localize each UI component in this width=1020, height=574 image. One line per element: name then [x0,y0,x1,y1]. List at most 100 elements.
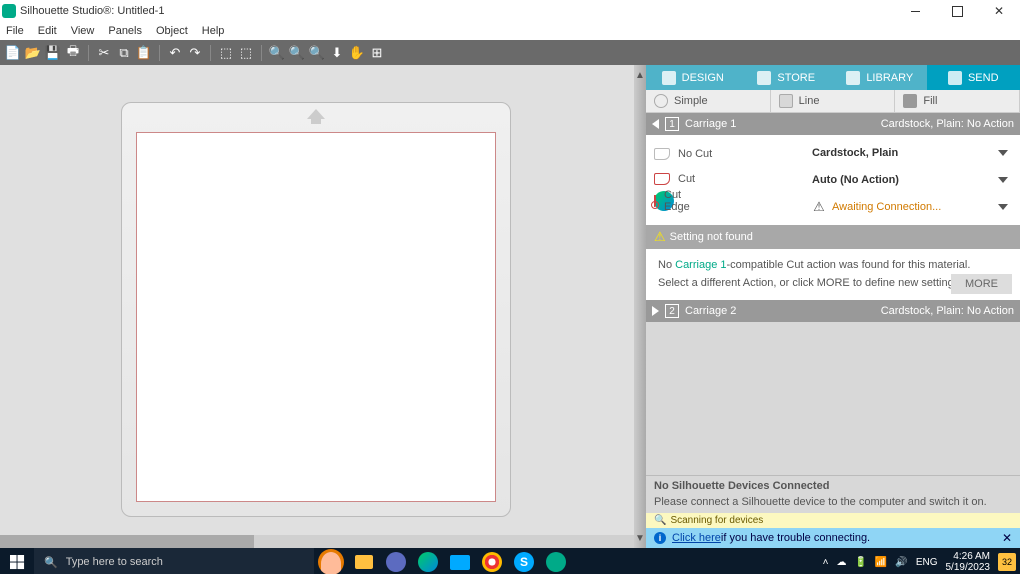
minimize-button[interactable] [894,0,936,22]
chrome-icon[interactable] [478,548,506,574]
tab-library[interactable]: LIBRARY [833,65,927,90]
more-button[interactable]: MORE [951,274,1012,294]
chevron-down-icon [998,150,1008,156]
gutter-down-icon[interactable]: ▼ [634,528,646,548]
cortana-mascot-icon[interactable] [318,549,344,574]
library-icon [846,71,860,85]
tab-send[interactable]: SEND [927,65,1020,90]
window-title: Silhouette Studio®: Untitled-1 [20,5,164,17]
battery-icon[interactable]: 🔋 [854,557,866,568]
nocut-icon [654,148,670,160]
print-icon[interactable]: 🖶 [64,44,82,62]
edge-icon[interactable] [414,548,442,574]
carriage2-header[interactable]: 2 Carriage 2 Cardstock, Plain: No Action [646,300,1020,322]
menu-file[interactable]: File [6,25,24,37]
carriage-number-1: 1 [665,117,679,131]
search-box[interactable]: 🔍 Type here to search [34,548,314,574]
cut-shape-icon [654,173,670,185]
tab-store[interactable]: STORE [740,65,834,90]
clock[interactable]: 4:26 AM 5/19/2023 [946,551,991,573]
discord-icon[interactable] [382,548,410,574]
warning-icon [654,229,666,245]
dismiss-icon[interactable]: ✕ [1002,531,1012,545]
fit-icon[interactable]: ⬇ [328,44,346,62]
deselect-icon[interactable]: ⬚ [237,44,255,62]
line-icon [779,94,793,108]
panel-gutter[interactable]: ▲ ▼ [634,65,646,548]
toolbar: 📄 📂 💾 🖶 ✂ ⧉ 📋 ↶ ↷ ⬚ ⬚ 🔍 🔍 🔍 ⬇ ✋ ⊞ [0,40,1020,65]
zoom-select-icon[interactable]: 🔍 [308,44,326,62]
notification-badge[interactable]: 32 [998,553,1016,571]
scanning-bar: Scanning for devices [646,513,1020,528]
circle-icon [654,94,668,108]
chevron-down-icon [998,177,1008,183]
canvas-area[interactable] [0,65,634,548]
lang-indicator[interactable]: ENG [916,557,938,568]
mode-line[interactable]: Line [771,90,896,112]
warning-icon [812,200,826,214]
h-scrollbar[interactable] [0,535,634,548]
gutter-up-icon[interactable]: ▲ [634,65,646,85]
silhouette-icon[interactable] [542,548,570,574]
opt-cut-edge[interactable]: Cut Edge [654,191,674,211]
onedrive-icon[interactable]: ☁ [836,557,846,568]
windows-icon [10,555,25,570]
page-setup-icon[interactable]: ⊞ [368,44,386,62]
start-button[interactable] [0,548,34,574]
open-icon[interactable]: 📂 [24,44,42,62]
redo-icon[interactable]: ↷ [186,44,204,62]
cut-icon[interactable]: ✂ [95,44,113,62]
mode-simple[interactable]: Simple [646,90,771,112]
connection-dropdown[interactable]: Awaiting Connection... [808,195,1012,219]
collapse-icon [652,119,659,129]
menu-object[interactable]: Object [156,25,188,37]
carriage1-header[interactable]: 1 Carriage 1 Cardstock, Plain: No Action [646,113,1020,135]
system-tray: ˄ ☁ 🔋 📶 🔊 ENG 4:26 AM 5/19/2023 32 [823,551,1020,573]
close-button[interactable] [978,0,1020,22]
carriage2-status: Cardstock, Plain: No Action [881,305,1014,317]
pinned-apps: S [350,548,570,574]
save-icon[interactable]: 💾 [44,44,62,62]
mode-fill[interactable]: Fill [895,90,1020,112]
opt-cut[interactable]: Cut [654,166,804,191]
mail-icon[interactable] [446,548,474,574]
design-page[interactable] [136,132,496,502]
app-logo-icon [2,4,16,18]
action-dropdown[interactable]: Auto (No Action) [808,168,1012,192]
wifi-icon[interactable]: 📶 [875,557,887,568]
app-tabs: DESIGN STORE LIBRARY SEND [646,65,1020,90]
select-icon[interactable]: ⬚ [217,44,235,62]
sound-icon[interactable]: 🔊 [895,557,907,568]
skype-icon[interactable]: S [510,548,538,574]
tray-up-icon[interactable]: ˄ [823,557,829,568]
menu-panels[interactable]: Panels [108,25,142,37]
copy-icon[interactable]: ⧉ [115,44,133,62]
pan-icon[interactable]: ✋ [348,44,366,62]
cut-edge-icon [654,195,656,207]
send-icon [948,71,962,85]
undo-icon[interactable]: ↶ [166,44,184,62]
trouble-bar: i Click here if you have trouble connect… [646,528,1020,548]
zoom-out-icon[interactable]: 🔍 [288,44,306,62]
feed-arrow-icon [307,109,325,119]
maximize-button[interactable] [936,0,978,22]
carriage1-link[interactable]: Carriage 1 [675,259,726,271]
expand-icon [652,306,659,316]
explorer-icon[interactable] [350,548,378,574]
titlebar: Silhouette Studio®: Untitled-1 [0,0,1020,22]
side-panel: DESIGN STORE LIBRARY SEND Simple Line Fi… [646,65,1020,548]
new-icon[interactable]: 📄 [4,44,22,62]
menu-help[interactable]: Help [202,25,225,37]
menu-view[interactable]: View [71,25,95,37]
opt-no-cut[interactable]: No Cut [654,141,804,166]
zoom-in-icon[interactable]: 🔍 [268,44,286,62]
info-icon: i [654,532,666,544]
paste-icon[interactable]: 📋 [135,44,153,62]
menu-edit[interactable]: Edit [38,25,57,37]
tab-design[interactable]: DESIGN [646,65,740,90]
trouble-link[interactable]: Click here [672,532,721,544]
cutting-mat [121,102,511,517]
material-dropdown[interactable]: Cardstock, Plain [808,141,1012,165]
taskbar: 🔍 Type here to search S ˄ ☁ 🔋 📶 🔊 ENG 4:… [0,548,1020,574]
grid-icon [662,71,676,85]
